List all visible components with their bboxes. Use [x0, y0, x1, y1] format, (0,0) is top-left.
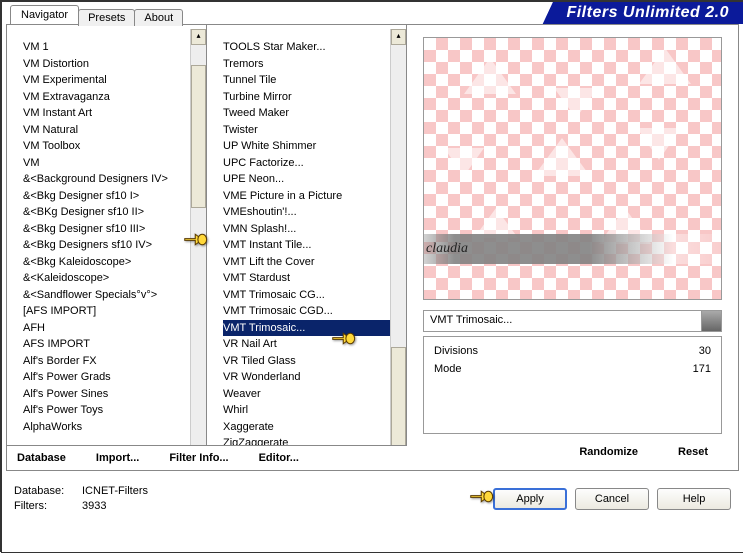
filter-item[interactable]: VMN Splash!... [223, 221, 404, 238]
database-button[interactable]: Database [17, 452, 66, 464]
preview-image: claudia [423, 37, 722, 300]
filter-item[interactable]: Whirl [223, 402, 404, 419]
param-value: 171 [693, 363, 711, 381]
category-item[interactable]: [AFS IMPORT] [23, 303, 204, 320]
scroll-up-icon[interactable]: ▴ [191, 29, 206, 45]
filter-item[interactable]: VMT Trimosaic CGD... [223, 303, 404, 320]
param-row[interactable]: Mode 171 [434, 363, 711, 381]
tab-strip: Navigator Presets About [10, 2, 182, 24]
database-label: Database: [14, 484, 74, 499]
filter-scrollbar[interactable]: ▴ ▾ [390, 29, 406, 466]
category-item[interactable]: &<BKg Designer sf10 II> [23, 204, 204, 221]
param-value: 30 [699, 345, 711, 363]
app-brand: Filters Unlimited 2.0 [534, 2, 743, 24]
randomize-button[interactable]: Randomize [579, 446, 638, 458]
filter-item[interactable]: VR Wonderland [223, 369, 404, 386]
filters-count-label: Filters: [14, 499, 74, 514]
filter-item[interactable]: Weaver [223, 386, 404, 403]
footer: Database: ICNET-Filters Filters: 3933 Appl… [2, 471, 743, 527]
watermark-label: claudia [423, 234, 722, 264]
scroll-thumb[interactable] [191, 65, 206, 208]
filter-item[interactable]: UPC Factorize... [223, 155, 404, 172]
filter-item[interactable]: Tremors [223, 56, 404, 73]
filter-title-row: VMT Trimosaic... [423, 310, 722, 332]
filter-item[interactable]: Tweed Maker [223, 105, 404, 122]
category-item[interactable]: Alf's Power Grads [23, 369, 204, 386]
filter-item[interactable]: Xaggerate [223, 419, 404, 436]
filter-item[interactable]: VMT Stardust [223, 270, 404, 287]
main-area: VM 1VM DistortionVM ExperimentalVM Extra… [6, 25, 739, 471]
category-panel: VM 1VM DistortionVM ExperimentalVM Extra… [7, 25, 207, 470]
category-item[interactable]: VM Toolbox [23, 138, 204, 155]
category-item[interactable]: VM Extravaganza [23, 89, 204, 106]
filter-item[interactable]: UP White Shimmer [223, 138, 404, 155]
help-button[interactable]: Help [657, 488, 731, 510]
category-item[interactable]: VM Instant Art [23, 105, 204, 122]
filter-item[interactable]: Twister [223, 122, 404, 139]
editor-button[interactable]: Editor... [259, 452, 299, 464]
filter-item[interactable]: Tunnel Tile [223, 72, 404, 89]
tab-navigator[interactable]: Navigator [10, 5, 79, 24]
scroll-thumb[interactable] [391, 347, 406, 450]
category-item[interactable]: &<Sandflower Specials°v°> [23, 287, 204, 304]
parameter-box: Divisions 30 Mode 171 [423, 336, 722, 434]
filter-item[interactable]: VR Nail Art [223, 336, 404, 353]
scroll-up-icon[interactable]: ▴ [391, 29, 406, 45]
category-item[interactable]: Alf's Power Toys [23, 402, 204, 419]
param-label: Mode [434, 363, 462, 381]
category-item[interactable]: &<Bkg Designer sf10 I> [23, 188, 204, 205]
filter-item[interactable]: VR Tiled Glass [223, 353, 404, 370]
filter-item[interactable]: VMEshoutin'!... [223, 204, 404, 221]
action-buttons: Apply Cancel Help [493, 488, 731, 510]
filter-list[interactable]: TOOLS Star Maker...TremorsTunnel TileTur… [211, 29, 406, 466]
category-scrollbar[interactable]: ▴ ▾ [190, 29, 206, 466]
category-item[interactable]: VM Experimental [23, 72, 204, 89]
param-label: Divisions [434, 345, 478, 363]
filter-item[interactable]: VMT Instant Tile... [223, 237, 404, 254]
category-item[interactable]: Alf's Power Sines [23, 386, 204, 403]
preview-panel: claudia VMT Trimosaic... Divisions30Mode… [407, 25, 738, 470]
category-item[interactable]: &<Background Designers IV> [23, 171, 204, 188]
cancel-button[interactable]: Cancel [575, 488, 649, 510]
tab-presets[interactable]: Presets [78, 9, 135, 26]
filter-dropdown-icon[interactable] [701, 311, 721, 331]
category-item[interactable]: &<Bkg Designer sf10 III> [23, 221, 204, 238]
import-button[interactable]: Import... [96, 452, 139, 464]
filter-panel: TOOLS Star Maker...TremorsTunnel TileTur… [207, 25, 407, 470]
category-item[interactable]: &<Bkg Kaleidoscope> [23, 254, 204, 271]
param-row[interactable]: Divisions 30 [434, 345, 711, 363]
selected-filter-name: VMT Trimosaic... [424, 311, 701, 331]
filter-item[interactable]: VMT Trimosaic... [223, 320, 404, 337]
category-item[interactable]: VM Distortion [23, 56, 204, 73]
database-info: Database: ICNET-Filters Filters: 3933 [14, 484, 148, 514]
filter-item[interactable]: VMT Trimosaic CG... [223, 287, 404, 304]
category-item[interactable]: VM Natural [23, 122, 204, 139]
category-item[interactable]: AFS IMPORT [23, 336, 204, 353]
category-item[interactable]: VM [23, 155, 204, 172]
category-list[interactable]: VM 1VM DistortionVM ExperimentalVM Extra… [11, 29, 206, 466]
title-bar: Navigator Presets About Filters Unlimite… [2, 2, 743, 24]
tab-about[interactable]: About [134, 9, 183, 26]
category-item[interactable]: Alf's Border FX [23, 353, 204, 370]
app-title: Filters Unlimited 2.0 [562, 2, 743, 24]
category-item[interactable]: AlphaWorks [23, 419, 204, 436]
filter-item[interactable]: VME Picture in a Picture [223, 188, 404, 205]
category-item[interactable]: VM 1 [23, 39, 204, 56]
filter-item[interactable]: Turbine Mirror [223, 89, 404, 106]
filter-item[interactable]: VMT Lift the Cover [223, 254, 404, 271]
filter-info-button[interactable]: Filter Info... [169, 452, 228, 464]
filter-item[interactable]: TOOLS Star Maker... [223, 39, 404, 56]
category-item[interactable]: AFH [23, 320, 204, 337]
category-item[interactable]: &<Bkg Designers sf10 IV> [23, 237, 204, 254]
database-value: ICNET-Filters [82, 484, 148, 499]
reset-button[interactable]: Reset [678, 446, 708, 458]
apply-button[interactable]: Apply [493, 488, 567, 510]
filter-item[interactable]: UPE Neon... [223, 171, 404, 188]
filters-count-value: 3933 [82, 499, 106, 514]
category-item[interactable]: &<Kaleidoscope> [23, 270, 204, 287]
